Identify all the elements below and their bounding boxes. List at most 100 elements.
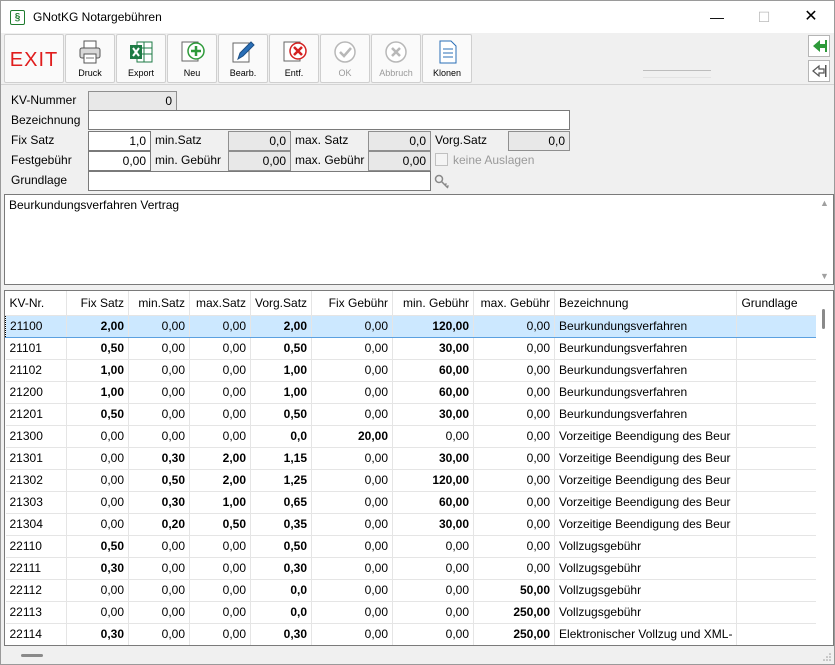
cell-min-satz[interactable]: 0,50 — [128, 469, 190, 492]
cell-max-satz[interactable]: 0,00 — [189, 359, 251, 382]
cell-vorg-satz[interactable]: 0,0 — [250, 601, 313, 624]
cell-kv-nr[interactable]: 21300 — [5, 425, 67, 448]
cell-grundlage[interactable] — [736, 403, 820, 426]
print-button[interactable]: Druck — [65, 34, 115, 83]
cell-bezeichnung[interactable]: Beurkundungsverfahren — [554, 359, 738, 382]
cell-fix-gebuehr[interactable]: 0,00 — [311, 513, 394, 536]
cell-fix-satz[interactable]: 0,30 — [66, 557, 129, 580]
cell-fix-gebuehr[interactable]: 0,00 — [311, 403, 394, 426]
table-row[interactable]: 21300 0,00 0,00 0,00 0,0 20,00 0,00 0,00 Vorzeit… — [5, 425, 820, 448]
cell-max-gebuehr[interactable]: 0,00 — [473, 359, 556, 382]
cell-vorg-satz[interactable]: 0,50 — [250, 535, 313, 558]
cell-min-gebuehr[interactable]: 0,00 — [392, 535, 475, 558]
cell-kv-nr[interactable]: 22110 — [5, 535, 67, 558]
cell-kv-nr[interactable]: 21302 — [5, 469, 67, 492]
horizontal-scrollbar[interactable] — [4, 646, 834, 664]
cell-vorg-satz[interactable]: 1,25 — [250, 469, 313, 492]
cell-max-satz[interactable]: 0,00 — [189, 337, 251, 360]
cell-fix-gebuehr[interactable]: 0,00 — [311, 557, 394, 580]
cell-bezeichnung[interactable]: Beurkundungsverfahren — [554, 403, 738, 426]
cell-max-gebuehr[interactable]: 0,00 — [473, 425, 556, 448]
table-row[interactable]: 22110 0,50 0,00 0,00 0,50 0,00 0,00 0,00 Vollzug… — [5, 535, 820, 558]
cell-max-satz[interactable]: 2,00 — [189, 447, 251, 470]
cell-grundlage[interactable] — [736, 469, 820, 492]
cell-min-gebuehr[interactable]: 60,00 — [392, 491, 475, 514]
cell-min-gebuehr[interactable]: 60,00 — [392, 359, 475, 382]
cell-grundlage[interactable] — [736, 535, 820, 558]
max-gebuehr-field[interactable]: 0,00 — [368, 151, 431, 171]
table-row[interactable]: 22112 0,00 0,00 0,00 0,0 0,00 0,00 50,00 Vollzug… — [5, 579, 820, 602]
table-row[interactable]: 21304 0,00 0,20 0,50 0,35 0,00 30,00 0,00 Vorzei… — [5, 513, 820, 536]
cell-max-gebuehr[interactable]: 250,00 — [473, 601, 556, 624]
cell-fix-satz[interactable]: 0,50 — [66, 535, 129, 558]
cell-fix-satz[interactable]: 1,00 — [66, 381, 129, 404]
table-row[interactable]: 21301 0,00 0,30 2,00 1,15 0,00 30,00 0,00 Vorzei… — [5, 447, 820, 470]
cell-fix-satz[interactable]: 0,00 — [66, 579, 129, 602]
cell-max-gebuehr[interactable]: 0,00 — [473, 403, 556, 426]
cell-bezeichnung[interactable]: Beurkundungsverfahren — [554, 314, 738, 338]
memo-scrollbar[interactable]: ▲ ▼ — [816, 195, 833, 284]
cell-max-gebuehr[interactable]: 0,00 — [473, 337, 556, 360]
cell-kv-nr[interactable]: 21201 — [5, 403, 67, 426]
cell-fix-gebuehr[interactable]: 20,00 — [311, 425, 394, 448]
cell-grundlage[interactable] — [736, 557, 820, 580]
key-icon[interactable] — [433, 173, 451, 191]
cell-min-gebuehr[interactable]: 120,00 — [392, 469, 475, 492]
cell-min-satz[interactable]: 0,00 — [128, 535, 190, 558]
festgebuehr-field[interactable]: 0,00 — [88, 151, 151, 171]
cell-min-gebuehr[interactable]: 30,00 — [392, 513, 475, 536]
cell-fix-gebuehr[interactable]: 0,00 — [311, 601, 394, 624]
cell-min-satz[interactable]: 0,00 — [128, 557, 190, 580]
cell-max-satz[interactable]: 0,00 — [189, 381, 251, 404]
cell-min-gebuehr[interactable]: 30,00 — [392, 337, 475, 360]
fix-satz-field[interactable]: 1,0 — [88, 131, 151, 151]
cell-min-satz[interactable]: 0,00 — [128, 314, 190, 338]
cell-min-satz[interactable]: 0,30 — [128, 447, 190, 470]
description-memo[interactable]: Beurkundungsverfahren Vertrag ▲ ▼ — [4, 194, 834, 285]
cell-kv-nr[interactable]: 21102 — [5, 359, 67, 382]
cell-vorg-satz[interactable]: 0,0 — [250, 425, 313, 448]
cell-grundlage[interactable] — [736, 447, 820, 470]
table-scrollbar[interactable] — [816, 291, 833, 645]
cell-bezeichnung[interactable]: Vollzugsgebühr — [554, 557, 738, 580]
cell-fix-gebuehr[interactable]: 0,00 — [311, 381, 394, 404]
cell-min-satz[interactable]: 0,00 — [128, 403, 190, 426]
cell-grundlage[interactable] — [736, 359, 820, 382]
nav-back-button[interactable] — [808, 35, 830, 57]
cell-min-satz[interactable]: 0,00 — [128, 601, 190, 624]
minimize-button[interactable]: — — [694, 3, 740, 31]
new-button[interactable]: Neu — [167, 34, 217, 83]
cell-bezeichnung[interactable]: Vollzugsgebühr — [554, 535, 738, 558]
cell-vorg-satz[interactable]: 0,30 — [250, 557, 313, 580]
col-min-gebuehr[interactable]: min. Gebühr — [392, 291, 475, 316]
cell-max-gebuehr[interactable]: 0,00 — [473, 513, 556, 536]
cell-kv-nr[interactable]: 21100 — [5, 314, 67, 338]
cell-kv-nr[interactable]: 21200 — [5, 381, 67, 404]
cell-max-satz[interactable]: 1,00 — [189, 491, 251, 514]
cell-max-gebuehr[interactable]: 0,00 — [473, 314, 556, 338]
scroll-up-icon[interactable]: ▲ — [820, 198, 829, 208]
keine-auslagen-checkbox[interactable] — [435, 153, 448, 166]
bezeichnung-field[interactable] — [88, 110, 570, 130]
col-max-gebuehr[interactable]: max. Gebühr — [473, 291, 556, 316]
cell-max-satz[interactable]: 0,00 — [189, 425, 251, 448]
cell-fix-gebuehr[interactable]: 0,00 — [311, 535, 394, 558]
cell-max-satz[interactable]: 0,00 — [189, 557, 251, 580]
cell-bezeichnung[interactable]: Vorzeitige Beendigung des Beur — [554, 513, 738, 536]
cell-max-gebuehr[interactable]: 0,00 — [473, 557, 556, 580]
ok-button[interactable]: OK — [320, 34, 370, 83]
cell-max-gebuehr[interactable]: 0,00 — [473, 469, 556, 492]
cell-max-satz[interactable]: 2,00 — [189, 469, 251, 492]
scroll-down-icon[interactable]: ▼ — [820, 271, 829, 281]
cell-min-gebuehr[interactable]: 0,00 — [392, 579, 475, 602]
kv-nummer-field[interactable]: 0 — [88, 91, 177, 111]
cell-grundlage[interactable] — [736, 491, 820, 514]
cell-min-gebuehr[interactable]: 0,00 — [392, 623, 475, 645]
cancel-button[interactable]: Abbruch — [371, 34, 421, 83]
cell-kv-nr[interactable]: 22112 — [5, 579, 67, 602]
cell-bezeichnung[interactable]: Beurkundungsverfahren — [554, 381, 738, 404]
cell-grundlage[interactable] — [736, 623, 820, 645]
cell-fix-gebuehr[interactable]: 0,00 — [311, 469, 394, 492]
table-row[interactable]: 21102 1,00 0,00 0,00 1,00 0,00 60,00 0,00 Beurku… — [5, 359, 820, 382]
cell-fix-satz[interactable]: 0,00 — [66, 513, 129, 536]
